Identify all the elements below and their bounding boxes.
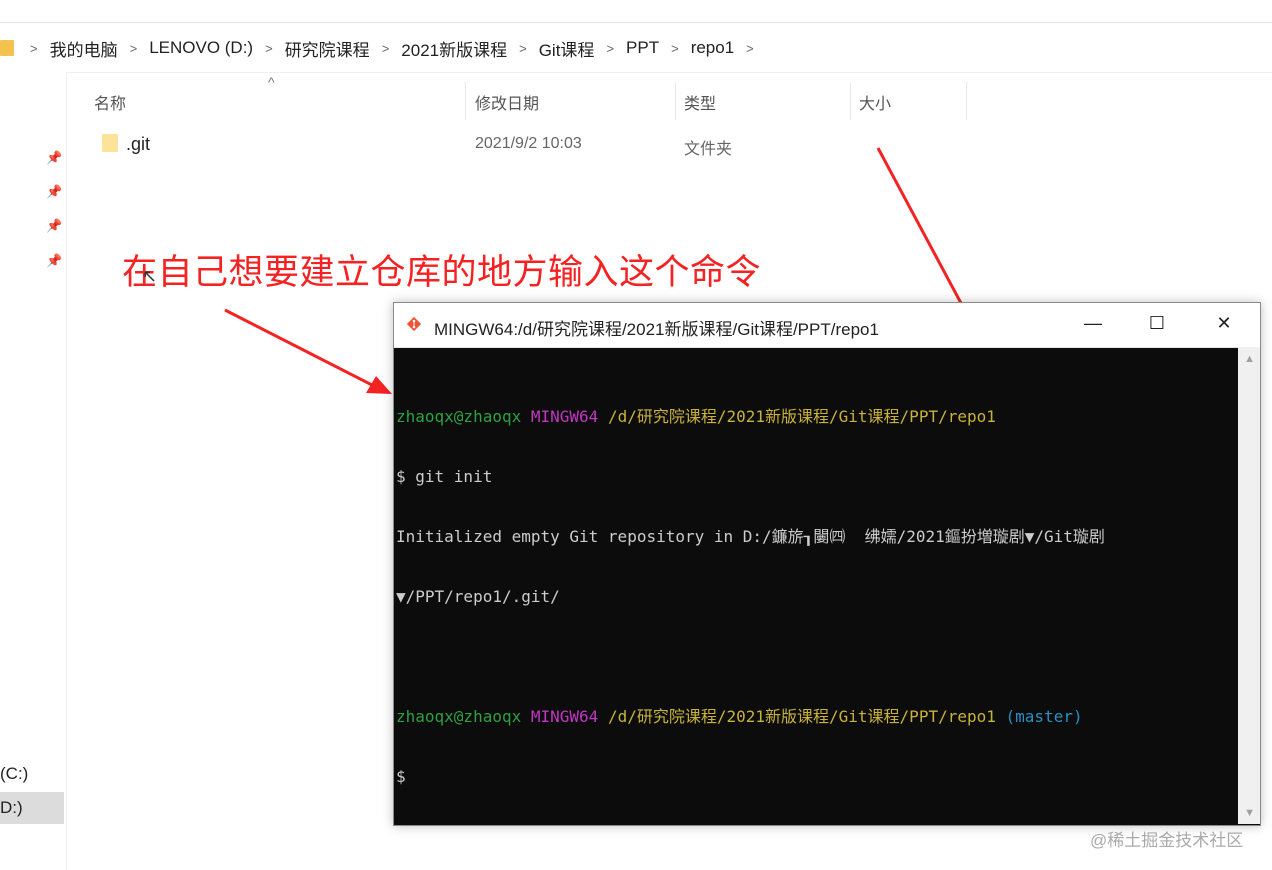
column-header-modified[interactable]: 修改日期 bbox=[475, 90, 539, 114]
prompt-path: /d/研究院课程/2021新版课程/Git课程/PPT/repo1 bbox=[607, 707, 996, 726]
folder-icon bbox=[102, 134, 118, 152]
prompt-line: zhaoqx@zhaoqx MINGW64 /d/研究院课程/2021新版课程/… bbox=[396, 707, 1234, 727]
column-header-type[interactable]: 类型 bbox=[684, 90, 716, 114]
close-button[interactable]: ✕ bbox=[1209, 313, 1239, 337]
watermark: @稀土掘金技术社区 bbox=[1090, 831, 1244, 850]
prompt-env: MINGW64 bbox=[530, 407, 599, 426]
command-line: $ git init bbox=[396, 467, 493, 486]
maximize-button[interactable]: ☐ bbox=[1142, 313, 1172, 337]
chevron-right-icon: > bbox=[746, 40, 754, 56]
breadcrumb-item-git-course[interactable]: Git课程 bbox=[539, 36, 595, 61]
arrow-to-command bbox=[224, 308, 392, 394]
explorer-top-strip bbox=[0, 0, 1272, 23]
minimize-button[interactable]: — bbox=[1078, 313, 1108, 337]
window-title: MINGW64:/d/研究院课程/2021新版课程/Git课程/PPT/repo… bbox=[434, 320, 879, 339]
scroll-down-icon[interactable]: ▼ bbox=[1244, 807, 1255, 819]
column-header-size[interactable]: 大小 bbox=[859, 90, 891, 114]
navigation-pane: 📌 📌 📌 📌 (C:) D:) bbox=[0, 72, 67, 870]
chevron-right-icon: > bbox=[606, 40, 615, 56]
mouse-cursor-icon: ↖ bbox=[142, 266, 158, 286]
output-line: ▼/PPT/repo1/.git/ bbox=[396, 587, 560, 606]
pin-icon[interactable]: 📌 bbox=[46, 218, 62, 233]
breadcrumb-item-computer[interactable]: 我的电脑 bbox=[50, 36, 118, 61]
cursor-line: $ bbox=[396, 767, 406, 786]
breadcrumb-item-drive[interactable]: LENOVO (D:) bbox=[149, 38, 253, 58]
git-icon bbox=[406, 316, 422, 332]
pin-icon[interactable]: 📌 bbox=[46, 253, 62, 268]
file-row[interactable]: .git 2021/9/2 10:03 文件夹 bbox=[66, 128, 1272, 162]
terminal-output[interactable]: zhaoqx@zhaoqx MINGW64 /d/研究院课程/2021新版课程/… bbox=[396, 367, 1234, 817]
chevron-right-icon: > bbox=[519, 40, 527, 56]
pin-icon[interactable]: 📌 bbox=[46, 150, 62, 165]
column-divider[interactable] bbox=[966, 82, 967, 120]
chevron-right-icon: > bbox=[129, 40, 138, 56]
chevron-right-icon: > bbox=[381, 40, 390, 56]
breadcrumb-item-ppt[interactable]: PPT bbox=[626, 38, 659, 58]
breadcrumb-item-institute-courses[interactable]: 研究院课程 bbox=[285, 36, 370, 61]
chevron-right-icon: > bbox=[265, 40, 273, 56]
breadcrumb-item-2021-courses[interactable]: 2021新版课程 bbox=[401, 36, 507, 61]
file-name: .git bbox=[126, 134, 151, 154]
column-divider[interactable] bbox=[850, 82, 851, 120]
vertical-scrollbar[interactable] bbox=[1238, 347, 1260, 824]
nav-drive-c[interactable]: (C:) bbox=[0, 764, 28, 784]
prompt-user: zhaoqx@zhaoqx bbox=[396, 407, 522, 426]
column-divider[interactable] bbox=[675, 82, 676, 120]
prompt-branch: (master) bbox=[1005, 707, 1083, 726]
file-modified-date: 2021/9/2 10:03 bbox=[475, 135, 582, 152]
column-header-name[interactable]: 名称 bbox=[94, 90, 126, 114]
scroll-up-icon[interactable]: ▲ bbox=[1244, 353, 1255, 365]
prompt-user: zhaoqx@zhaoqx bbox=[396, 707, 522, 726]
chevron-right-icon: > bbox=[671, 40, 679, 56]
folder-icon bbox=[0, 40, 14, 56]
breadcrumb-item-repo1[interactable]: repo1 bbox=[691, 38, 734, 58]
git-bash-window[interactable]: MINGW64:/d/研究院课程/2021新版课程/Git课程/PPT/repo… bbox=[393, 302, 1261, 826]
column-headers: 名称 修改日期 类型 大小 bbox=[66, 78, 1272, 122]
prompt-line: zhaoqx@zhaoqx MINGW64 /d/研究院课程/2021新版课程/… bbox=[396, 407, 1234, 427]
window-titlebar[interactable]: MINGW64:/d/研究院课程/2021新版课程/Git课程/PPT/repo… bbox=[394, 303, 1260, 348]
file-type: 文件夹 bbox=[684, 141, 733, 158]
prompt-path: /d/研究院课程/2021新版课程/Git课程/PPT/repo1 bbox=[607, 407, 996, 426]
nav-drive-d[interactable]: D:) bbox=[0, 792, 64, 824]
column-divider[interactable] bbox=[465, 82, 466, 120]
chevron-right-icon: > bbox=[30, 40, 38, 56]
pin-icon[interactable]: 📌 bbox=[46, 184, 62, 199]
output-line: Initialized empty Git repository in D:/鐮… bbox=[396, 527, 1105, 546]
annotation-text: 在自己想要建立仓库的地方输入这个命令 bbox=[122, 253, 762, 293]
address-bar[interactable]: > 我的电脑 > LENOVO (D:) > 研究院课程 > 2021新版课程 … bbox=[0, 24, 1272, 73]
prompt-env: MINGW64 bbox=[530, 707, 599, 726]
